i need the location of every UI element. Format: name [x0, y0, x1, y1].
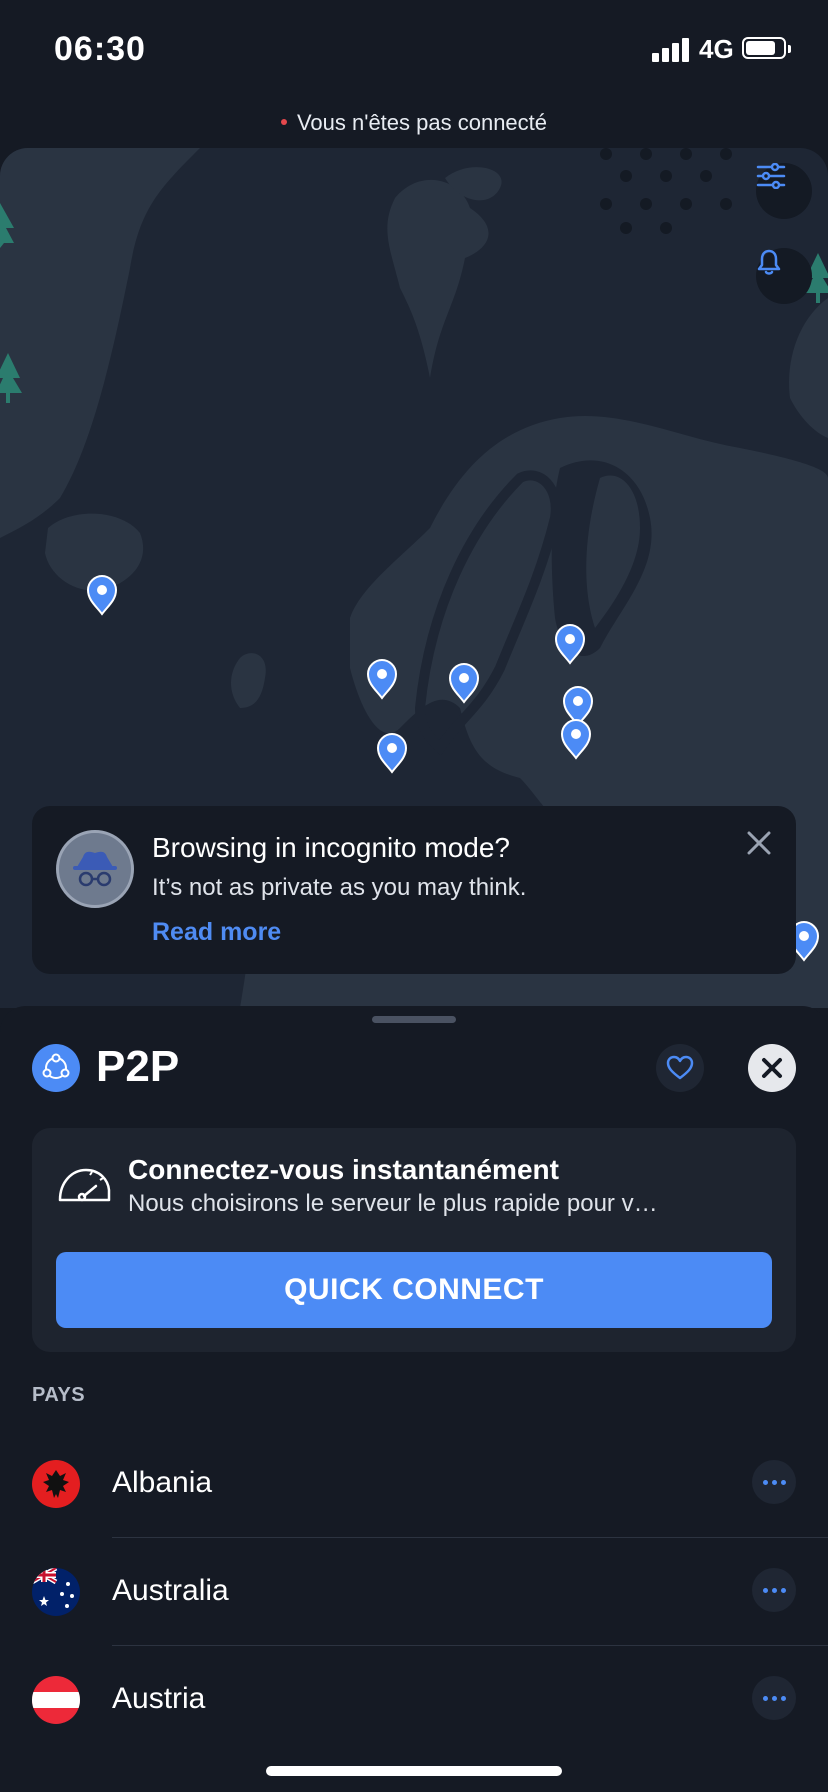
- server-pin-dot: [459, 673, 469, 683]
- battery-icon: [742, 37, 791, 59]
- country-row-australia[interactable]: Australia: [0, 1538, 828, 1646]
- sheet-grabber[interactable]: [372, 1016, 456, 1023]
- notifications-button[interactable]: [756, 248, 812, 304]
- bell-icon: [757, 249, 781, 275]
- filter-settings-button[interactable]: [756, 163, 812, 219]
- quick-connect-title: Connectez-vous instantanément: [128, 1154, 559, 1185]
- country-row-albania[interactable]: Albania: [0, 1430, 828, 1538]
- sheet-title: P2P: [96, 1042, 180, 1091]
- network-type: 4G: [699, 34, 734, 64]
- banner-close-button[interactable]: [744, 828, 774, 858]
- server-pin-dot: [799, 931, 809, 941]
- signal-icon: [652, 36, 692, 62]
- country-more-button[interactable]: [752, 1568, 796, 1612]
- countries-section-label: PAYS: [32, 1384, 86, 1406]
- connection-status: Vous n'êtes pas connecté: [0, 110, 828, 136]
- country-more-button[interactable]: [752, 1676, 796, 1720]
- server-pin-dot: [571, 729, 581, 739]
- heart-icon: [666, 1055, 694, 1080]
- country-more-button[interactable]: [752, 1460, 796, 1504]
- status-time: 06:30: [54, 30, 146, 68]
- server-pin-dot: [565, 634, 575, 644]
- close-icon: [747, 831, 771, 855]
- server-pin-dot: [97, 585, 107, 595]
- country-name: Albania: [112, 1466, 213, 1499]
- p2p-bottom-sheet: P2P Connectez-vous instantanément Nous c…: [0, 1006, 828, 1792]
- country-name: Austria: [112, 1682, 206, 1715]
- p2p-icon: [32, 1044, 80, 1092]
- incognito-banner: Browsing in incognito mode? It’s not as …: [32, 806, 796, 974]
- server-pin-dot: [573, 696, 583, 706]
- server-pin-dot: [387, 743, 397, 753]
- status-dot-icon: [280, 119, 287, 126]
- close-icon: [762, 1058, 782, 1078]
- connection-status-text: Vous n'êtes pas connecté: [296, 110, 548, 135]
- albania-flag-icon: [32, 1460, 80, 1508]
- read-more-link[interactable]: Read more: [152, 918, 281, 947]
- banner-title: Browsing in incognito mode?: [152, 832, 510, 863]
- home-indicator: [266, 1766, 562, 1776]
- austria-flag-icon: [32, 1676, 80, 1724]
- sliders-icon: [756, 163, 786, 189]
- speedometer-icon: [58, 1168, 111, 1202]
- country-name: Australia: [112, 1574, 229, 1607]
- country-row-austria[interactable]: Austria: [0, 1646, 828, 1754]
- quick-connect-card: Connectez-vous instantanément Nous chois…: [32, 1128, 796, 1352]
- sheet-close-button[interactable]: [748, 1044, 796, 1092]
- incognito-icon: [56, 830, 134, 908]
- australia-flag-icon: [32, 1568, 80, 1616]
- quick-connect-button[interactable]: QUICK CONNECT: [56, 1252, 772, 1328]
- banner-subtitle: It’s not as private as you may think.: [152, 874, 527, 901]
- quick-connect-subtitle: Nous choisirons le serveur le plus rapid…: [128, 1190, 658, 1217]
- server-pin-dot: [377, 669, 387, 679]
- status-bar: 06:30 4G: [0, 0, 828, 100]
- favorite-button[interactable]: [656, 1044, 704, 1092]
